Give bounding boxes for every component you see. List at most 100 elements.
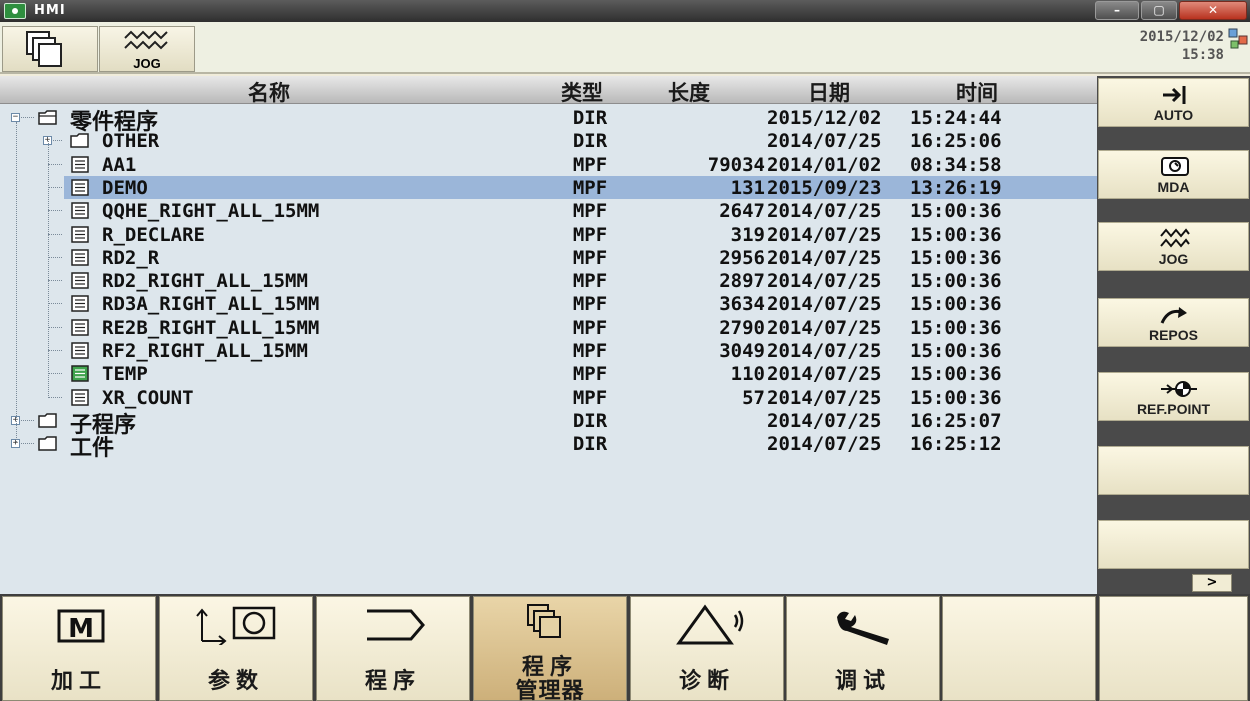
file-name: OTHER: [102, 130, 160, 153]
file-time: 15:00:36: [910, 293, 1002, 316]
tab-label: 诊断: [678, 669, 735, 694]
file-length: 57: [742, 386, 765, 409]
file-icon: [70, 295, 90, 313]
softkey-label: JOG: [1158, 251, 1189, 267]
file-time: 16:25:06: [910, 130, 1002, 153]
file-length: 131: [730, 176, 765, 199]
softkey-mda[interactable]: MDA: [1098, 150, 1249, 199]
softkey-empty[interactable]: [1098, 520, 1249, 569]
file-date: 2014/07/25: [767, 200, 882, 223]
file-row[interactable]: RD3A_RIGHT_ALL_15MM MPF 3634 2014/07/25 15:0…: [0, 292, 1097, 315]
file-row[interactable]: RD2_R MPF 2956 2014/07/25 15:00:36: [0, 246, 1097, 269]
column-length[interactable]: 长度: [668, 77, 710, 107]
file-length: 319: [730, 223, 765, 246]
column-type[interactable]: 类型: [561, 77, 603, 107]
tree-line: [48, 303, 62, 305]
svg-text:M: M: [68, 614, 94, 644]
file-icon: [70, 225, 90, 243]
file-length: 110: [730, 363, 765, 386]
program-manager-header-button[interactable]: [2, 26, 98, 72]
softkey-label: REF.POINT: [1136, 401, 1211, 417]
file-row[interactable]: TEMP MPF 110 2014/07/25 15:00:36: [0, 362, 1097, 385]
tree-line: [48, 141, 49, 398]
folder-open-icon: [38, 109, 58, 126]
app-icon: [4, 3, 26, 19]
tab-machine[interactable]: M 加工: [2, 596, 156, 701]
file-row[interactable]: XR_COUNT MPF 57 2014/07/25 15:00:36: [0, 386, 1097, 409]
tree-line: [48, 233, 62, 235]
file-date: 2014/07/25: [767, 293, 882, 316]
window-title: HMI: [34, 3, 66, 18]
tab-parameter[interactable]: 参数: [159, 596, 313, 701]
column-header: 名称 类型 长度 日期 时间: [0, 76, 1097, 107]
file-name: QQHE_RIGHT_ALL_15MM: [102, 200, 320, 223]
machine-icon: M: [57, 609, 105, 644]
file-row[interactable]: RE2B_RIGHT_ALL_15MM MPF 2790 2014/07/25 15:0…: [0, 316, 1097, 339]
file-time: 16:25:07: [910, 409, 1002, 432]
file-date: 2014/07/25: [767, 386, 882, 409]
file-row[interactable]: + OTHER DIR 2014/07/25 16:25:06: [0, 129, 1097, 152]
file-name: RD2_RIGHT_ALL_15MM: [102, 270, 308, 293]
file-name: AA1: [102, 153, 137, 176]
softkey-ref-point[interactable]: REF.POINT: [1098, 372, 1249, 421]
more-softkeys-button[interactable]: >: [1192, 574, 1232, 592]
file-row[interactable]: + 工件 DIR 2014/07/25 16:25:12: [0, 432, 1097, 461]
file-row[interactable]: RD2_RIGHT_ALL_15MM MPF 2897 2014/07/25 15:00…: [0, 269, 1097, 292]
wrench-icon: [837, 611, 889, 645]
softkey-jog[interactable]: JOG: [1098, 222, 1249, 271]
file-length: 3049: [719, 340, 765, 362]
file-type: MPF: [572, 270, 608, 293]
ref-point-icon: [1161, 381, 1197, 397]
file-time: 08:34:58: [910, 153, 1002, 176]
tab-label: 参数: [207, 669, 264, 694]
network-status-icon: [1228, 28, 1248, 49]
file-length: 2956: [719, 246, 765, 269]
column-date[interactable]: 日期: [808, 77, 850, 107]
file-type: MPF: [572, 293, 608, 316]
file-type: MPF: [572, 200, 608, 223]
file-type: DIR: [572, 433, 608, 456]
file-name: R_DECLARE: [102, 223, 205, 246]
file-time: 15:00:36: [910, 340, 1002, 362]
tree-line: [48, 186, 62, 188]
collapse-icon[interactable]: −: [11, 113, 20, 122]
file-time: 15:00:36: [910, 316, 1002, 339]
file-type: MPF: [572, 153, 608, 176]
file-row[interactable]: QQHE_RIGHT_ALL_15MM MPF 2647 2014/07/25 15:0…: [0, 199, 1097, 222]
tab-diagnosis[interactable]: 诊断: [630, 596, 784, 701]
tab-setup[interactable]: 调试: [786, 596, 940, 701]
file-time: 15:00:36: [910, 200, 1002, 223]
tab-empty[interactable]: [1099, 596, 1248, 701]
tab-program[interactable]: 程序: [316, 596, 470, 701]
file-row[interactable]: RF2_RIGHT_ALL_15MM MPF 3049 2014/07/25 15:00…: [0, 339, 1097, 362]
file-type: MPF: [572, 340, 608, 362]
file-icon: [70, 249, 90, 266]
jog-header-button[interactable]: JOG: [99, 26, 195, 72]
tab-empty[interactable]: [942, 596, 1096, 701]
file-row[interactable]: DEMO MPF 131 2015/09/23 13:26:19: [48, 175, 1097, 199]
softkey-auto[interactable]: AUTO: [1098, 78, 1249, 127]
file-time: 15:00:36: [910, 270, 1002, 293]
file-time: 13:26:19: [910, 176, 1002, 199]
file-time: 15:00:36: [910, 363, 1002, 386]
maximize-button[interactable]: ▢: [1141, 1, 1177, 20]
file-row[interactable]: R_DECLARE MPF 319 2014/07/25 15:00:36: [0, 223, 1097, 246]
column-time[interactable]: 时间: [956, 77, 998, 107]
file-row[interactable]: + 子程序 DIR 2014/07/25 16:25:07: [0, 409, 1097, 438]
file-row[interactable]: − 零件程序 DIR 2015/12/02 15:24:44: [0, 106, 1097, 135]
file-date: 2014/07/25: [767, 130, 882, 153]
file-active-icon: [70, 365, 90, 383]
close-button[interactable]: ✕: [1179, 1, 1247, 20]
tab-program-manager[interactable]: 程序 管理器: [473, 596, 627, 701]
file-row[interactable]: AA1 MPF 79034 2014/01/02 08:34:58: [0, 153, 1097, 176]
column-name[interactable]: 名称: [248, 77, 290, 107]
file-time: 15:00:36: [910, 223, 1002, 246]
minimize-button[interactable]: –: [1095, 1, 1139, 20]
file-type: MPF: [572, 363, 608, 386]
softkey-empty[interactable]: [1098, 446, 1249, 495]
file-name: RF2_RIGHT_ALL_15MM: [102, 340, 308, 362]
softkey-repos[interactable]: REPOS: [1098, 298, 1249, 347]
repos-icon: [1160, 307, 1187, 324]
file-length: 3634: [719, 293, 765, 316]
mda-icon: [1161, 157, 1189, 176]
